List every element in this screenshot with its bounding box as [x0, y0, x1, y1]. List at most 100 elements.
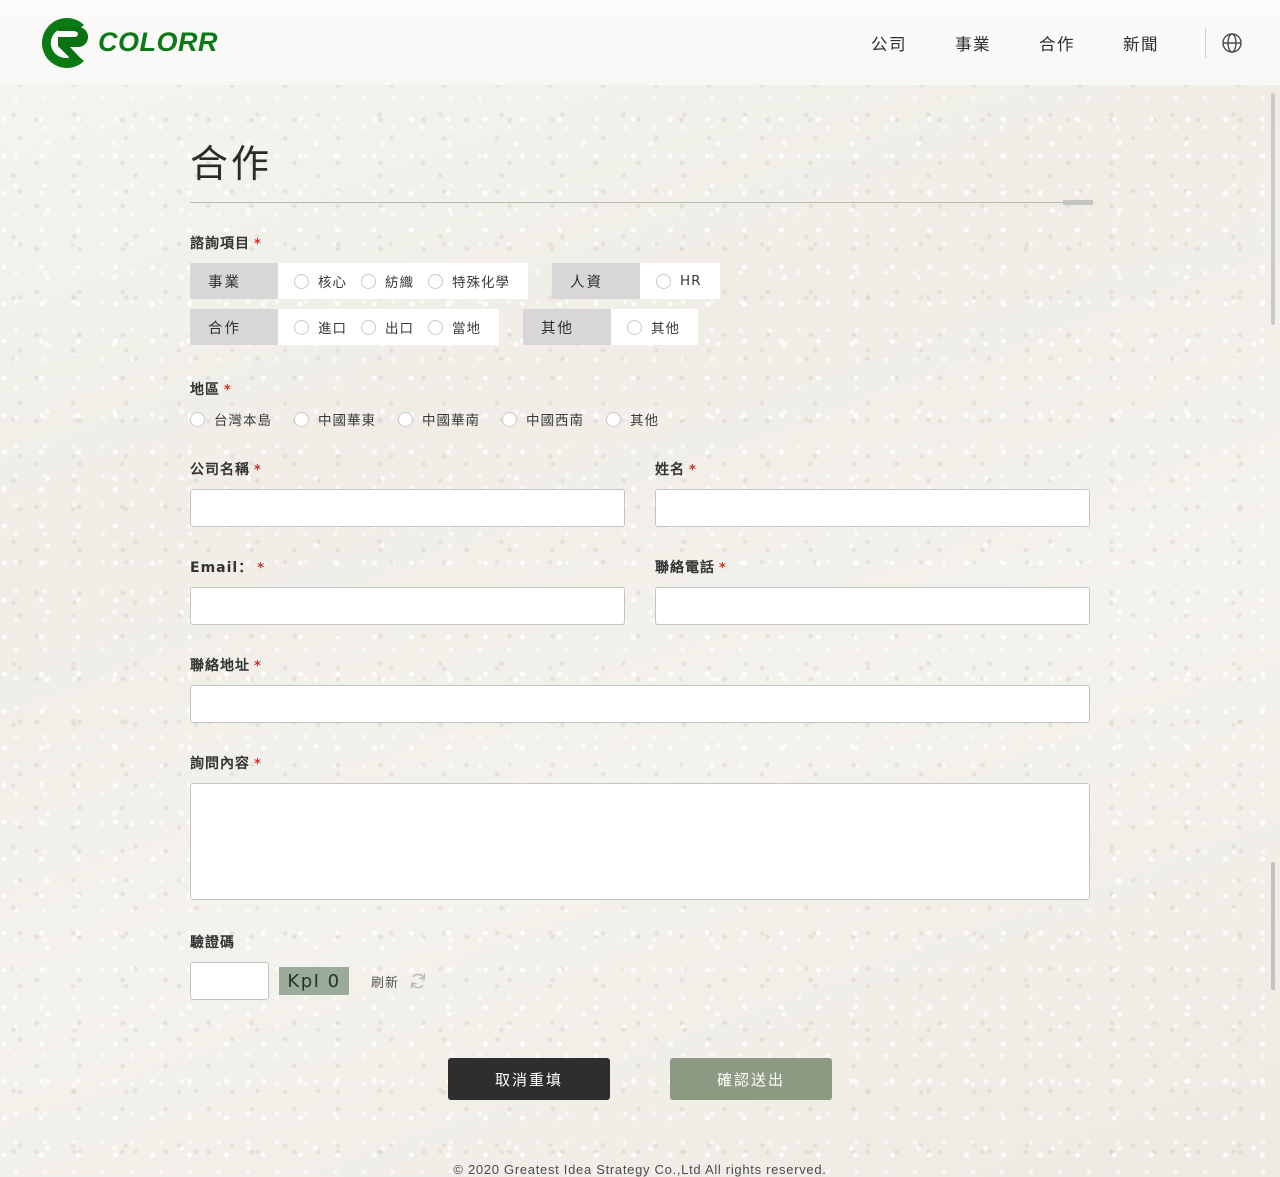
radio-option-local[interactable]: 當地	[428, 317, 483, 337]
inquiry-chip-cooperation: 合作	[190, 309, 278, 345]
field-message: 詢問內容 *	[190, 753, 1090, 900]
field-company-name: 公司名稱 *	[190, 459, 625, 527]
captcha-section: 驗證碼 KpI 0 刷新	[190, 932, 1090, 1000]
radio-label: 出口	[385, 321, 414, 337]
field-address: 聯絡地址 *	[190, 655, 1090, 723]
company-name-label: 公司名稱 *	[190, 459, 625, 479]
radio-label: 台灣本島	[214, 413, 272, 429]
submit-button[interactable]: 確認送出	[670, 1058, 832, 1100]
radio-option-hr[interactable]: HR	[656, 273, 704, 289]
region-section: 地區 * 台灣本島 中國華東 中國華南 中國西南 其他	[190, 379, 1090, 429]
radio-circle-icon[interactable]	[294, 411, 309, 427]
email-input[interactable]	[190, 587, 625, 625]
radio-label: 紡織	[385, 275, 414, 291]
page-title: 合作	[190, 142, 273, 186]
radio-option-china-southwest[interactable]: 中國西南	[502, 409, 606, 429]
row-email-phone: Email： * 聯絡電話 *	[190, 557, 1090, 625]
inquiry-options-other: 其他	[611, 309, 698, 345]
radio-circle-icon[interactable]	[502, 411, 517, 427]
region-label-text: 地區	[190, 382, 220, 398]
required-mark: *	[254, 757, 262, 772]
region-options: 台灣本島 中國華東 中國華南 中國西南 其他	[190, 409, 1090, 429]
field-email: Email： *	[190, 557, 625, 625]
captcha-label: 驗證碼	[190, 935, 235, 951]
required-mark: *	[719, 561, 727, 576]
contact-name-label-text: 姓名	[655, 462, 685, 478]
radio-label: 其他	[630, 413, 659, 429]
radio-option-taiwan[interactable]: 台灣本島	[190, 409, 294, 429]
radio-label: 中國華東	[318, 413, 376, 429]
radio-option-china-south[interactable]: 中國華南	[398, 409, 502, 429]
colorr-r-mark-icon	[36, 15, 98, 71]
message-textarea[interactable]	[190, 783, 1090, 900]
inquiry-options-cooperation: 進口 出口 當地	[278, 309, 499, 345]
radio-label: 中國西南	[526, 413, 584, 429]
inquiry-chip-other: 其他	[523, 309, 611, 345]
radio-label: 進口	[318, 321, 347, 337]
globe-icon[interactable]	[1220, 31, 1244, 55]
captcha-refresh-label[interactable]: 刷新	[371, 972, 399, 991]
logo-text: COLORR	[98, 27, 218, 57]
radio-option-specialty-chemicals[interactable]: 特殊化學	[428, 271, 512, 291]
radio-circle-icon[interactable]	[656, 273, 671, 289]
refresh-circular-arrow-icon[interactable]	[408, 971, 428, 991]
address-input[interactable]	[190, 685, 1090, 723]
logo[interactable]: COLORR	[36, 15, 218, 71]
radio-label: HR	[680, 273, 702, 289]
radio-circle-icon[interactable]	[361, 273, 376, 289]
radio-circle-icon[interactable]	[428, 273, 443, 289]
contact-name-label: 姓名 *	[655, 459, 1090, 479]
message-label: 詢問內容 *	[190, 753, 1090, 773]
radio-circle-icon[interactable]	[627, 319, 642, 335]
row-spacer	[499, 309, 523, 345]
row-spacer	[528, 263, 552, 299]
site-header: COLORR 公司 事業 合作 新聞	[0, 0, 1280, 85]
inquiry-chip-hr: 人資	[552, 263, 640, 299]
required-mark: *	[254, 237, 262, 252]
captcha-input[interactable]	[190, 962, 269, 1000]
nav-divider	[1205, 27, 1206, 58]
page-body: 合作 諮詢項目 * 事業 核心 紡織 特殊化學 人資 HR 合作 進口 出口 當…	[0, 85, 1280, 1177]
radio-circle-icon[interactable]	[606, 411, 621, 427]
radio-circle-icon[interactable]	[294, 319, 309, 335]
form-container: 合作 諮詢項目 * 事業 核心 紡織 特殊化學 人資 HR 合作 進口 出口 當…	[190, 133, 1093, 1177]
message-label-text: 詢問內容	[190, 756, 250, 772]
nav-item-business[interactable]: 事業	[931, 31, 1015, 55]
captcha-image: KpI 0	[279, 967, 349, 995]
radio-option-export[interactable]: 出口	[361, 317, 428, 337]
radio-option-import[interactable]: 進口	[294, 317, 361, 337]
radio-label: 特殊化學	[452, 275, 510, 291]
phone-input[interactable]	[655, 587, 1090, 625]
nav-item-company[interactable]: 公司	[847, 31, 931, 55]
radio-option-core[interactable]: 核心	[294, 271, 361, 291]
radio-option-textile[interactable]: 紡織	[361, 271, 428, 291]
nav-item-cooperation[interactable]: 合作	[1015, 31, 1099, 55]
email-label-text: Email：	[190, 560, 254, 576]
scrollbar-thumb-upper[interactable]	[1271, 93, 1275, 325]
cancel-button[interactable]: 取消重填	[448, 1058, 610, 1100]
radio-label: 其他	[651, 321, 680, 337]
email-label: Email： *	[190, 557, 625, 577]
radio-option-other[interactable]: 其他	[627, 317, 682, 337]
address-label-text: 聯絡地址	[190, 658, 250, 674]
radio-label: 核心	[318, 275, 347, 291]
field-contact-name: 姓名 *	[655, 459, 1090, 527]
radio-circle-icon[interactable]	[294, 273, 309, 289]
required-mark: *	[254, 463, 262, 478]
captcha-row: KpI 0 刷新	[190, 962, 1090, 1000]
radio-label: 當地	[452, 321, 481, 337]
footer-copyright: © 2020 Greatest Idea Strategy Co.,Ltd Al…	[453, 1162, 827, 1177]
radio-circle-icon[interactable]	[398, 411, 413, 427]
contact-name-input[interactable]	[655, 489, 1090, 527]
radio-circle-icon[interactable]	[428, 319, 443, 335]
form-actions: 取消重填 確認送出	[190, 1058, 1090, 1100]
radio-option-region-other[interactable]: 其他	[606, 409, 681, 429]
scrollbar-thumb-lower[interactable]	[1271, 862, 1275, 990]
radio-circle-icon[interactable]	[361, 319, 376, 335]
company-name-input[interactable]	[190, 489, 625, 527]
nav-item-news[interactable]: 新聞	[1099, 31, 1183, 55]
radio-circle-icon[interactable]	[190, 411, 205, 427]
main-nav: 公司 事業 合作 新聞	[847, 0, 1280, 85]
title-divider	[190, 200, 1093, 205]
radio-option-china-east[interactable]: 中國華東	[294, 409, 398, 429]
